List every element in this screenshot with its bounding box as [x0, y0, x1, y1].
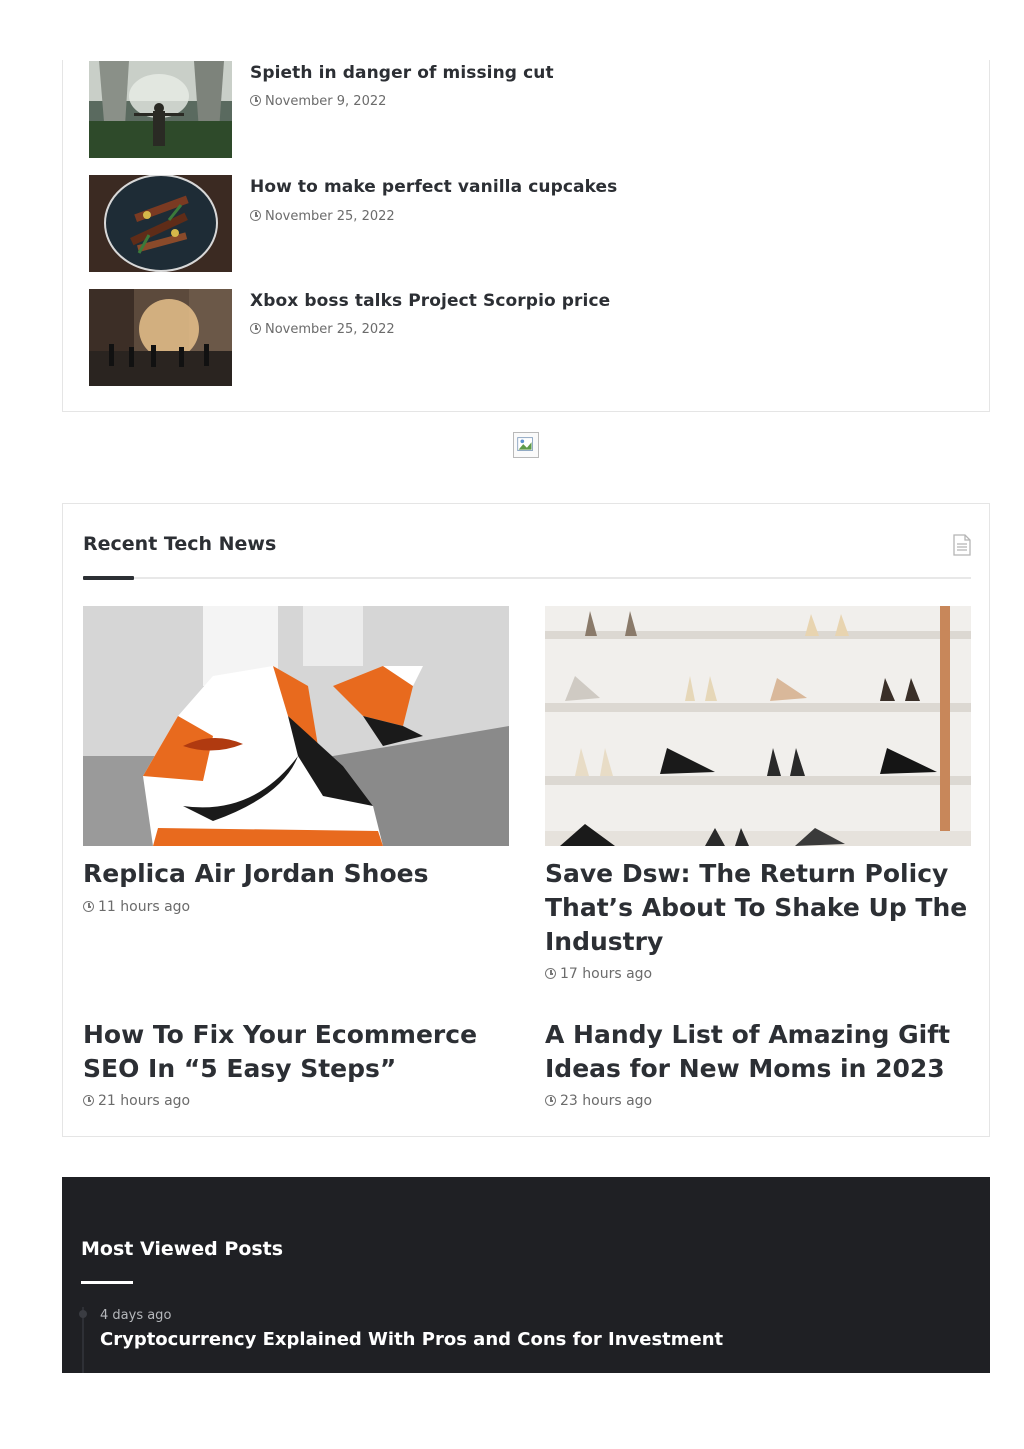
- clock-icon: [545, 1095, 556, 1106]
- post-date-text: November 25, 2022: [265, 209, 395, 224]
- clock-icon: [250, 95, 261, 106]
- widget-title: Recent Tech News: [83, 533, 277, 555]
- widget-title-accent: [81, 1281, 133, 1284]
- news-thumbnail-jordan[interactable]: [83, 606, 509, 846]
- post-thumbnail-image: [89, 61, 232, 158]
- post-thumbnail-cupcakes[interactable]: [89, 175, 232, 272]
- broken-image-icon[interactable]: [513, 432, 539, 458]
- news-date-text: 21 hours ago: [98, 1093, 191, 1109]
- news-title-link[interactable]: How To Fix Your Ecommerce SEO In “5 Easy…: [83, 1018, 513, 1086]
- news-title-link[interactable]: Save Dsw: The Return Policy That’s About…: [545, 857, 975, 959]
- post-date: November 25, 2022: [250, 322, 395, 337]
- timeline-dot: [79, 1310, 87, 1318]
- clock-icon: [250, 210, 261, 221]
- news-date: 23 hours ago: [545, 1093, 652, 1109]
- post-title-link[interactable]: How to make perfect vanilla cupcakes: [250, 177, 617, 197]
- clock-icon: [83, 1095, 94, 1106]
- widget-title-divider: [83, 577, 971, 579]
- post-title-link[interactable]: Xbox boss talks Project Scorpio price: [250, 291, 610, 311]
- news-date: 17 hours ago: [545, 966, 652, 982]
- most-viewed-title-link[interactable]: Cryptocurrency Explained With Pros and C…: [100, 1329, 723, 1350]
- most-viewed-date: 4 days ago: [100, 1308, 172, 1323]
- clock-icon: [250, 323, 261, 334]
- post-date-text: November 9, 2022: [265, 94, 387, 109]
- broken-image-glyph: [517, 437, 533, 451]
- news-date: 21 hours ago: [83, 1093, 190, 1109]
- widget-title: Most Viewed Posts: [81, 1238, 284, 1260]
- recent-tech-news-widget: Recent Tech News Replica Air Jordan Shoe…: [62, 503, 990, 1137]
- post-date-text: November 25, 2022: [265, 322, 395, 337]
- news-title-link[interactable]: Replica Air Jordan Shoes: [83, 857, 513, 891]
- news-date-text: 17 hours ago: [560, 966, 653, 982]
- post-thumbnail-spieth[interactable]: [89, 61, 232, 158]
- clock-icon: [545, 968, 556, 979]
- news-thumbnail-image: [545, 606, 971, 846]
- clock-icon: [83, 901, 94, 912]
- post-date: November 9, 2022: [250, 94, 386, 109]
- related-posts-widget: Spieth in danger of missing cut November…: [62, 60, 990, 412]
- post-thumbnail-image: [89, 175, 232, 272]
- news-date-text: 23 hours ago: [560, 1093, 653, 1109]
- news-title-link[interactable]: A Handy List of Amazing Gift Ideas for N…: [545, 1018, 975, 1086]
- news-thumbnail-dsw[interactable]: [545, 606, 971, 846]
- most-viewed-widget: Most Viewed Posts 4 days ago Cryptocurre…: [62, 1177, 990, 1373]
- post-thumbnail-xbox[interactable]: [89, 289, 232, 386]
- widget-title-accent: [83, 576, 134, 580]
- news-date-text: 11 hours ago: [98, 899, 191, 915]
- news-thumbnail-image: [83, 606, 509, 846]
- post-date: November 25, 2022: [250, 209, 395, 224]
- post-thumbnail-image: [89, 289, 232, 386]
- document-icon: [953, 534, 971, 556]
- news-date: 11 hours ago: [83, 899, 190, 915]
- post-title-link[interactable]: Spieth in danger of missing cut: [250, 63, 554, 83]
